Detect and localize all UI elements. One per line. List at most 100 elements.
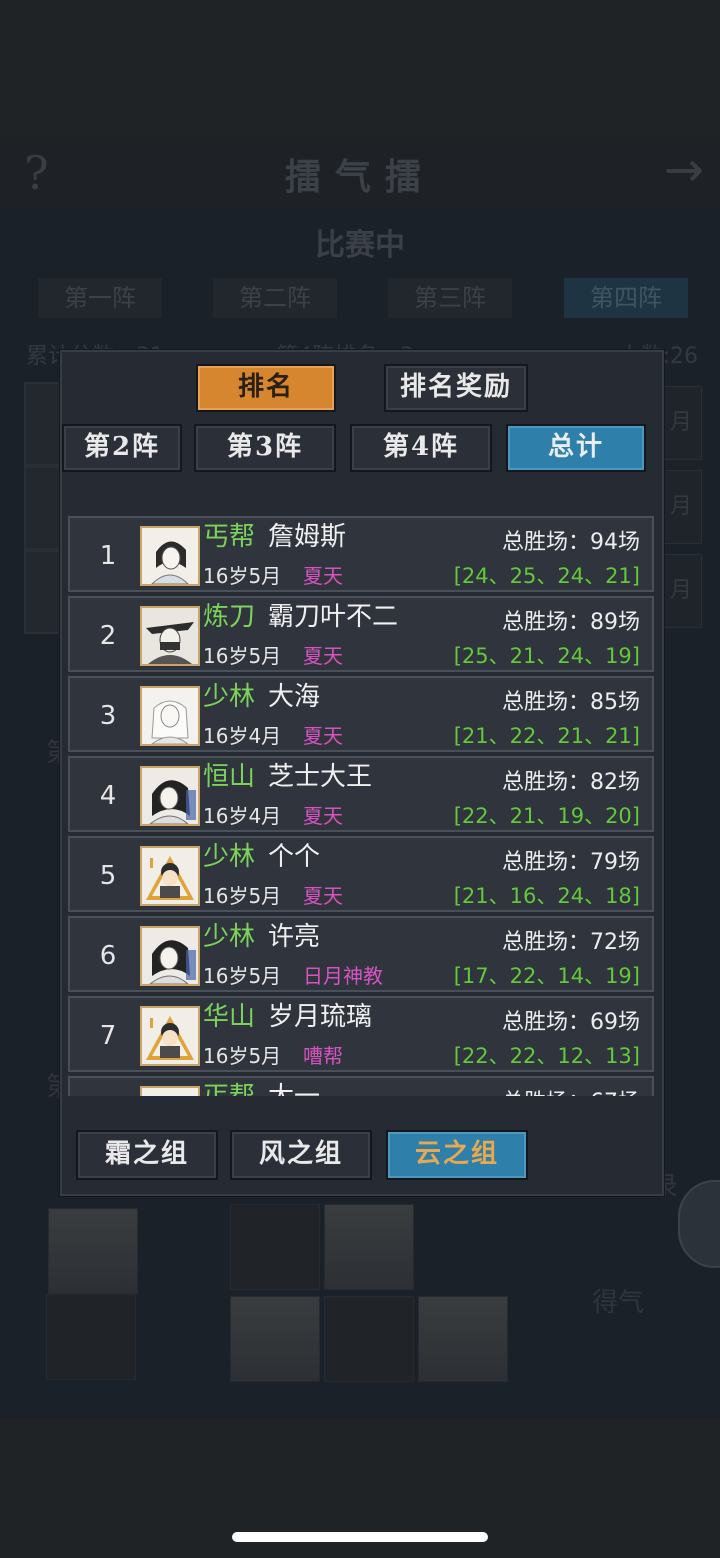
player-name: 霸刀叶不二 bbox=[268, 602, 399, 632]
total-wins: 总胜场：82场 bbox=[502, 770, 640, 795]
ranking-row[interactable]: 1 丐帮 詹姆斯 16岁5月 夏天 总胜场：94场 [24、25、24、21] bbox=[68, 516, 654, 592]
total-wins: 总胜场：72场 bbox=[502, 930, 640, 955]
total-wins: 总胜场：94场 bbox=[502, 530, 640, 555]
bg-side-label: 月 bbox=[660, 554, 702, 628]
player-avatar-icon bbox=[140, 526, 200, 586]
bg-roster-portrait bbox=[230, 1296, 320, 1382]
player-age: 16岁5月 bbox=[203, 964, 282, 988]
player-sect: 少林 bbox=[203, 922, 256, 952]
rank-number: 6 bbox=[99, 941, 117, 971]
ranking-list[interactable]: 1 丐帮 詹姆斯 16岁5月 夏天 总胜场：94场 [24、25、24、21] 2 炼刀 霸刀叶不… bbox=[68, 508, 656, 1096]
player-avatar-icon bbox=[140, 766, 200, 826]
match-status: 比赛中 bbox=[315, 228, 405, 263]
bg-roster-slot bbox=[46, 1294, 136, 1380]
bg-side-label: 月 bbox=[660, 470, 702, 544]
rank-number: 4 bbox=[99, 781, 117, 811]
player-age: 16岁5月 bbox=[203, 644, 282, 668]
wins-per-round: [17、22、14、19] bbox=[453, 964, 640, 988]
ranking-row[interactable]: 2 炼刀 霸刀叶不二 16岁5月 夏天 总胜场：89场 [25、21、24、19] bbox=[68, 596, 654, 672]
player-name: 詹姆斯 bbox=[268, 522, 347, 552]
background-round-tabs: 第一阵 第二阵 第三阵 第四阵 bbox=[38, 278, 688, 318]
player-tag: 夏天 bbox=[303, 804, 343, 828]
tab-round-3[interactable]: 第3阵 bbox=[194, 424, 336, 472]
wins-per-round: [22、21、19、20] bbox=[453, 804, 640, 828]
total-wins: 总胜场：89场 bbox=[502, 610, 640, 635]
group-cloud-button[interactable]: 云之组 bbox=[386, 1130, 528, 1180]
ranking-row[interactable]: 3 少林 大海 16岁4月 夏天 总胜场：85场 [21、22、21、21] bbox=[68, 676, 654, 752]
player-sect: 恒山 bbox=[203, 762, 256, 792]
player-tag: 夏天 bbox=[303, 564, 343, 588]
bg-tab-round-3: 第三阵 bbox=[388, 278, 512, 318]
ranking-modal: 排名 排名奖励 第2阵 第3阵 第4阵 总计 1 丐帮 詹姆斯 16岁5月 夏天 总胜场：… bbox=[60, 350, 664, 1196]
screen-title: 擂气擂 bbox=[284, 156, 435, 198]
rank-number: 5 bbox=[99, 861, 117, 891]
player-tag: 夏天 bbox=[303, 724, 343, 748]
bg-roster-slot bbox=[324, 1296, 414, 1382]
player-name: 太一 bbox=[268, 1076, 320, 1096]
rank-number: 1 bbox=[99, 541, 117, 571]
player-name: 个个 bbox=[268, 842, 321, 872]
player-sect: 华山 bbox=[203, 1002, 256, 1032]
player-avatar-icon bbox=[140, 1006, 200, 1066]
side-menu-button[interactable] bbox=[678, 1180, 720, 1268]
player-tag: 日月神教 bbox=[303, 964, 383, 988]
group-frost-button[interactable]: 霜之组 bbox=[76, 1130, 218, 1180]
wins-per-round: [21、22、21、21] bbox=[453, 724, 640, 748]
rank-number: 2 bbox=[99, 621, 117, 651]
tab-round-4[interactable]: 第4阵 bbox=[350, 424, 492, 472]
rank-number: 8 bbox=[70, 1078, 146, 1096]
rank-number: 7 bbox=[99, 1021, 117, 1051]
player-sect: 少林 bbox=[203, 682, 256, 712]
player-name: 许亮 bbox=[268, 922, 321, 952]
player-name: 岁月琉璃 bbox=[268, 1002, 373, 1032]
player-tag: 夏天 bbox=[303, 884, 343, 908]
wins-per-round: [25、21、24、19] bbox=[453, 644, 640, 668]
player-avatar-icon bbox=[140, 846, 200, 906]
ranking-row[interactable]: 6 少林 许亮 16岁5月 日月神教 总胜场：72场 [17、22、14、19] bbox=[68, 916, 654, 992]
player-age: 16岁5月 bbox=[203, 884, 282, 908]
player-name: 芝士大王 bbox=[268, 762, 373, 792]
ranking-row[interactable]: 7 华山 岁月琉璃 16岁5月 嘈帮 总胜场：69场 [22、22、12、13] bbox=[68, 996, 654, 1072]
ranking-row[interactable]: 4 恒山 芝士大王 16岁4月 夏天 总胜场：82场 [22、21、19、20] bbox=[68, 756, 654, 832]
total-wins: 总胜场：85场 bbox=[502, 690, 640, 715]
group-wind-button[interactable]: 风之组 bbox=[230, 1130, 372, 1180]
home-indicator[interactable] bbox=[232, 1532, 488, 1542]
get-qi-button[interactable]: 得气 bbox=[592, 1282, 644, 1319]
player-sect: 丐帮 bbox=[203, 1076, 255, 1096]
tab-ranking[interactable]: 排名 bbox=[196, 364, 336, 412]
ranking-row[interactable]: 8 丐帮太一 总胜场：67场 bbox=[68, 1076, 654, 1096]
player-tag: 夏天 bbox=[303, 644, 343, 668]
player-name: 大海 bbox=[268, 682, 321, 712]
bg-roster-portrait bbox=[48, 1208, 138, 1294]
player-tag: 嘈帮 bbox=[303, 1044, 343, 1068]
tab-total[interactable]: 总计 bbox=[506, 424, 646, 472]
player-age: 16岁5月 bbox=[203, 1044, 282, 1068]
player-sect: 丐帮 bbox=[203, 522, 256, 552]
player-avatar-icon bbox=[140, 606, 200, 666]
player-age: 16岁5月 bbox=[203, 564, 282, 588]
bg-tab-round-4: 第四阵 bbox=[564, 278, 688, 318]
tab-round-2[interactable]: 第2阵 bbox=[62, 424, 182, 472]
player-sect: 少林 bbox=[203, 842, 256, 872]
ranking-row[interactable]: 5 少林 个个 16岁5月 夏天 总胜场：79场 [21、16、24、18] bbox=[68, 836, 654, 912]
total-wins: 总胜场：67场 bbox=[502, 1084, 640, 1096]
wins-per-round: [22、22、12、13] bbox=[453, 1044, 640, 1068]
player-avatar-icon bbox=[140, 1086, 200, 1096]
player-avatar-icon bbox=[140, 686, 200, 746]
background-roster-grid bbox=[46, 1204, 508, 1384]
rank-number: 3 bbox=[99, 701, 117, 731]
total-wins: 总胜场：69场 bbox=[502, 1010, 640, 1035]
wins-per-round: [21、16、24、18] bbox=[453, 884, 640, 908]
bg-side-label: 月 bbox=[660, 386, 702, 460]
total-wins: 总胜场：79场 bbox=[502, 850, 640, 875]
arrow-right-icon: → bbox=[663, 142, 704, 198]
background-header: ? 擂气擂 → bbox=[0, 138, 720, 208]
player-avatar-icon bbox=[140, 926, 200, 986]
wins-per-round: [24、25、24、21] bbox=[453, 564, 640, 588]
bg-roster-portrait bbox=[324, 1204, 414, 1290]
tab-ranking-rewards[interactable]: 排名奖励 bbox=[384, 364, 528, 412]
bg-tab-round-1: 第一阵 bbox=[38, 278, 162, 318]
player-age: 16岁4月 bbox=[203, 804, 282, 828]
bg-tab-round-2: 第二阵 bbox=[213, 278, 337, 318]
bg-roster-slot bbox=[230, 1204, 320, 1290]
